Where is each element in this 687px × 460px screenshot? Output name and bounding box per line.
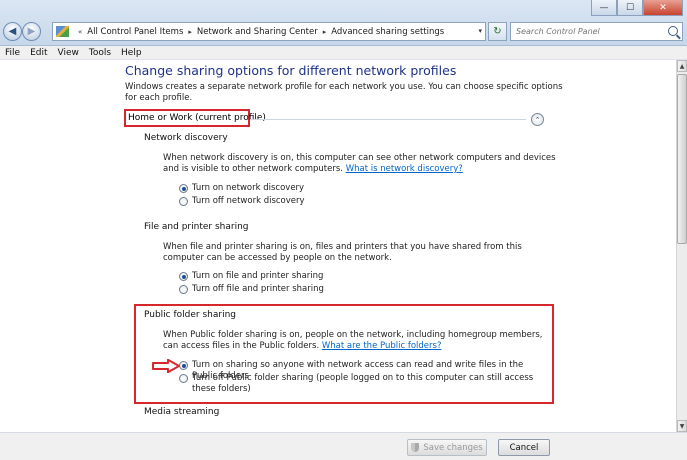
breadcrumb-item-network-sharing[interactable]: Network and Sharing Center xyxy=(197,27,318,37)
radio-selected-icon[interactable] xyxy=(179,184,188,193)
radio-turn-off-public-sharing[interactable]: Turn off Public folder sharing (people l… xyxy=(179,373,539,395)
scroll-thumb[interactable] xyxy=(677,74,687,244)
menu-file[interactable]: File xyxy=(0,48,25,58)
breadcrumb-overflow-icon[interactable]: « xyxy=(78,28,82,36)
radio-turn-off-discovery[interactable]: Turn off network discovery xyxy=(179,196,305,207)
control-panel-icon xyxy=(56,26,69,37)
radio-turn-on-file-sharing[interactable]: Turn on file and printer sharing xyxy=(179,271,323,282)
close-button[interactable]: ✕ xyxy=(643,0,683,16)
breadcrumb-item-all-control-panel[interactable]: All Control Panel Items xyxy=(87,27,183,37)
file-printer-heading: File and printer sharing xyxy=(144,222,249,232)
menu-help[interactable]: Help xyxy=(116,48,147,58)
address-bar[interactable]: « All Control Panel Items ▸ Network and … xyxy=(52,22,486,41)
save-changes-button[interactable]: Save changes xyxy=(407,439,487,456)
search-input[interactable] xyxy=(516,27,661,36)
title-bar: — ☐ ✕ ◀ ▶ « All Control Panel Items ▸ Ne… xyxy=(0,0,687,46)
chevron-right-icon[interactable]: ▸ xyxy=(188,28,192,36)
chevron-down-icon[interactable]: ▾ xyxy=(478,27,482,35)
arrow-right-icon: ▶ xyxy=(27,26,36,37)
search-icon[interactable] xyxy=(668,26,678,36)
menu-edit[interactable]: Edit xyxy=(25,48,52,58)
menu-tools[interactable]: Tools xyxy=(84,48,116,58)
radio-turn-off-file-sharing[interactable]: Turn off file and printer sharing xyxy=(179,284,324,295)
network-discovery-heading: Network discovery xyxy=(144,133,228,143)
radio-unselected-icon[interactable] xyxy=(179,285,188,294)
scroll-up-button[interactable]: ▲ xyxy=(677,60,687,72)
file-printer-description: When file and printer sharing is on, fil… xyxy=(163,242,522,263)
media-streaming-heading: Media streaming xyxy=(144,407,220,417)
radio-selected-icon[interactable] xyxy=(179,361,188,370)
arrow-left-icon: ◀ xyxy=(8,26,17,37)
radio-unselected-icon[interactable] xyxy=(179,374,188,383)
radio-unselected-icon[interactable] xyxy=(179,197,188,206)
menu-view[interactable]: View xyxy=(53,48,84,58)
cancel-button[interactable]: Cancel xyxy=(498,439,550,456)
menu-bar: File Edit View Tools Help xyxy=(0,46,687,60)
breadcrumb: « All Control Panel Items ▸ Network and … xyxy=(73,27,444,37)
minimize-button[interactable]: — xyxy=(591,0,617,16)
shield-icon xyxy=(411,443,420,452)
radio-turn-on-discovery[interactable]: Turn on network discovery xyxy=(179,183,304,194)
chevron-up-icon: ⌃ xyxy=(534,115,541,124)
red-arrow-icon xyxy=(152,359,180,373)
content-pane: Change sharing options for different net… xyxy=(0,60,676,432)
scroll-down-button[interactable]: ▼ xyxy=(677,420,687,432)
profile-header[interactable]: Home or Work (current profile) xyxy=(128,113,266,123)
collapse-button[interactable]: ⌃ xyxy=(531,113,544,126)
breadcrumb-item-advanced-sharing[interactable]: Advanced sharing settings xyxy=(331,27,444,37)
footer-bar: Save changes Cancel xyxy=(0,432,687,460)
window-controls: — ☐ ✕ xyxy=(591,0,683,16)
public-folder-description: When Public folder sharing is on, people… xyxy=(163,330,543,351)
search-box xyxy=(510,22,683,41)
chevron-right-icon[interactable]: ▸ xyxy=(323,28,327,36)
network-discovery-help-link[interactable]: What is network discovery? xyxy=(346,164,463,174)
public-folder-heading: Public folder sharing xyxy=(144,310,237,320)
vertical-scrollbar[interactable]: ▲ ▼ xyxy=(676,60,687,432)
page-intro: Windows creates a separate network profi… xyxy=(125,82,563,103)
forward-button[interactable]: ▶ xyxy=(22,22,41,41)
divider xyxy=(250,119,526,120)
page-title: Change sharing options for different net… xyxy=(125,63,457,78)
refresh-icon: ↻ xyxy=(493,26,502,37)
back-button[interactable]: ◀ xyxy=(3,22,22,41)
network-discovery-description: When network discovery is on, this compu… xyxy=(163,153,556,174)
refresh-button[interactable]: ↻ xyxy=(488,22,507,41)
radio-selected-icon[interactable] xyxy=(179,272,188,281)
maximize-button[interactable]: ☐ xyxy=(617,0,643,16)
public-folders-help-link[interactable]: What are the Public folders? xyxy=(322,341,442,351)
